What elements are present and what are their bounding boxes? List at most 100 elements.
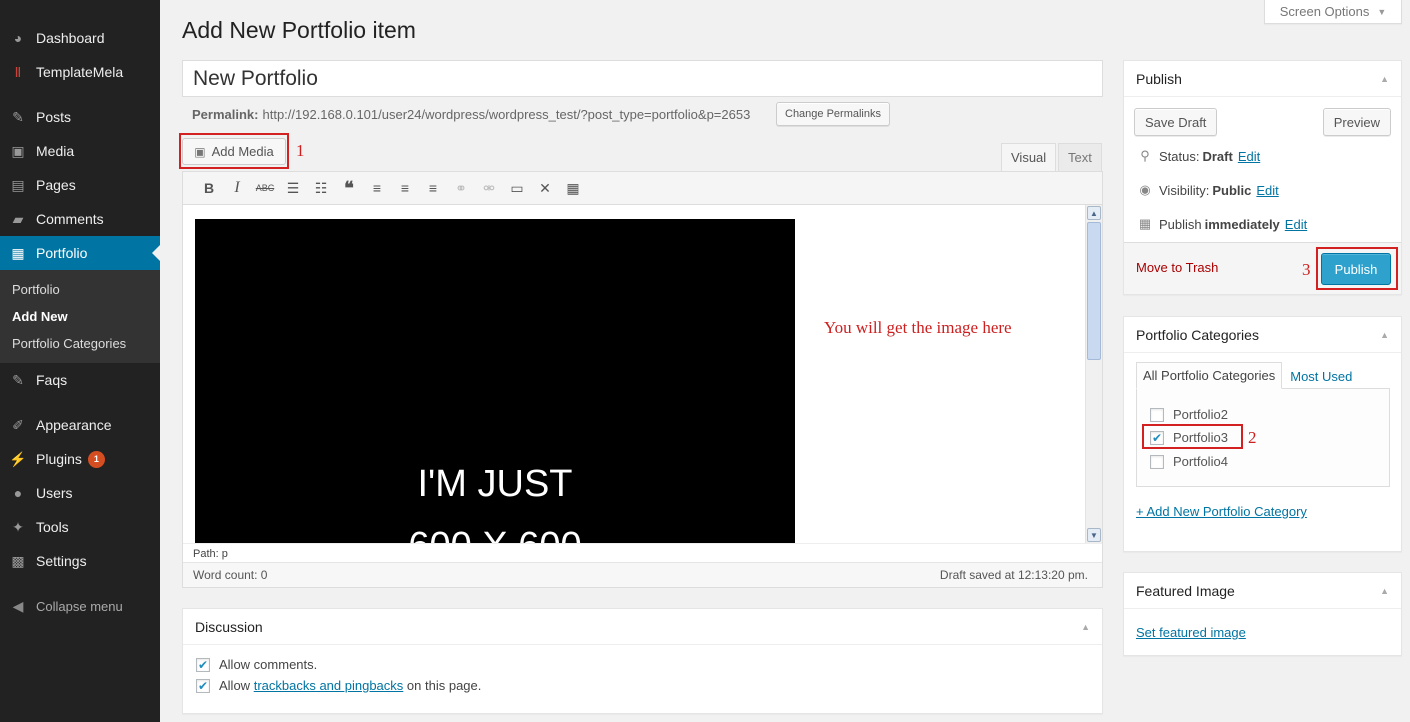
submenu-portfolio[interactable]: Portfolio [0, 276, 160, 303]
menu-media[interactable]: ▣ Media [0, 134, 160, 168]
word-count: Word count: 0 [193, 568, 268, 582]
featured-title: Featured Image [1136, 582, 1235, 599]
collapse-menu-button[interactable]: ◀ Collapse menu [0, 589, 160, 623]
tab-text[interactable]: Text [1058, 143, 1102, 171]
category-checkbox[interactable] [1150, 454, 1164, 469]
submenu-portfolio-categories[interactable]: Portfolio Categories [0, 330, 160, 357]
menu-label: Users [36, 485, 73, 501]
tab-visual[interactable]: Visual [1001, 143, 1057, 171]
screen-options-button[interactable]: Screen Options ▼ [1264, 0, 1402, 24]
align-left-icon[interactable]: ≡ [363, 177, 391, 199]
image-text-line2: 600 X 600 [195, 525, 795, 543]
editor-content-area[interactable]: I'M JUST 600 X 600 You will get the imag… [183, 205, 1086, 543]
read-more-icon[interactable]: ▭ [503, 177, 531, 199]
numbered-list-icon[interactable]: ☷ [307, 177, 335, 199]
toolbar-toggle-icon[interactable]: ▦ [559, 177, 587, 199]
category-tabs: All Portfolio Categories Most Used [1136, 362, 1360, 389]
add-new-category-link[interactable]: + Add New Portfolio Category [1136, 504, 1307, 519]
eye-icon: ◉ [1139, 182, 1151, 197]
collapse-toggle-icon[interactable]: ▲ [1380, 586, 1389, 596]
screen-options-label: Screen Options [1279, 4, 1370, 19]
bullet-list-icon[interactable]: ☰ [279, 177, 307, 199]
menu-portfolio[interactable]: ▦ Portfolio [0, 236, 160, 270]
set-featured-image-link[interactable]: Set featured image [1136, 625, 1246, 640]
link-icon[interactable]: ⚭ [447, 177, 475, 199]
menu-comments[interactable]: ▰ Comments [0, 202, 160, 236]
permalink-row: Permalink: http://192.168.0.101/user24/w… [192, 105, 750, 123]
collapse-arrow-icon: ◀ [12, 597, 24, 614]
status-edit-link[interactable]: Edit [1238, 149, 1260, 164]
visibility-label: Visibility: [1159, 182, 1210, 198]
menu-plugins[interactable]: ⚡ Plugins 1 [0, 442, 160, 476]
collapse-label: Collapse menu [36, 598, 123, 614]
featured-header[interactable]: Featured Image ▲ [1124, 573, 1401, 609]
step-marker-2: 2 [1248, 428, 1257, 447]
category-checkbox[interactable] [1150, 407, 1164, 422]
tab-all-categories[interactable]: All Portfolio Categories [1136, 362, 1283, 389]
save-draft-button[interactable]: Save Draft [1134, 108, 1218, 136]
scroll-down-icon[interactable]: ▼ [1087, 528, 1101, 542]
allow-comments-label: Allow comments. [219, 657, 318, 672]
schedule-edit-link[interactable]: Edit [1285, 217, 1307, 232]
categories-title: Portfolio Categories [1136, 326, 1259, 343]
move-to-trash-link[interactable]: Move to Trash [1136, 260, 1218, 275]
allow-trackbacks-checkbox[interactable]: ✔ [196, 678, 210, 693]
permalink-url[interactable]: http://192.168.0.101/user24/wordpress/wo… [262, 107, 750, 122]
portfolio-submenu: Portfolio Add New Portfolio Categories [0, 270, 160, 363]
menu-faqs[interactable]: ✎ Faqs [0, 363, 160, 397]
align-right-icon[interactable]: ≡ [419, 177, 447, 199]
blockquote-icon[interactable]: ❝ [335, 177, 363, 199]
collapse-toggle-icon[interactable]: ▲ [1081, 622, 1090, 632]
scroll-up-icon[interactable]: ▲ [1087, 206, 1101, 220]
menu-pages[interactable]: ▤ Pages [0, 168, 160, 202]
post-title-input[interactable]: New Portfolio [182, 60, 1103, 97]
menu-label: Pages [36, 177, 76, 193]
preview-button[interactable]: Preview [1322, 108, 1391, 136]
editor-scrollbar[interactable]: ▲ ▼ [1085, 205, 1102, 543]
italic-icon[interactable]: I [223, 177, 251, 199]
menu-tools[interactable]: ✦ Tools [0, 510, 160, 544]
publish-header[interactable]: Publish ▲ [1124, 61, 1401, 97]
menu-appearance[interactable]: ✐ Appearance [0, 408, 160, 442]
tab-most-used[interactable]: Most Used [1282, 364, 1360, 389]
bold-icon[interactable]: B [195, 177, 223, 199]
align-center-icon[interactable]: ≡ [391, 177, 419, 199]
menu-templatemela[interactable]: Ⅱ TemplateMela [0, 55, 160, 89]
menu-label: Appearance [36, 417, 112, 433]
allow-comments-checkbox[interactable]: ✔ [196, 657, 210, 672]
featured-image-box: Featured Image ▲ Set featured image [1123, 572, 1402, 656]
publish-button-row: Save Draft Preview [1134, 108, 1391, 136]
category-label: Portfolio4 [1173, 454, 1228, 469]
content-editor: B I ABC ☰ ☷ ❝ ≡ ≡ ≡ ⚭ ⚮ ▭ ✕ ▦ I'M JUST 6… [182, 171, 1103, 588]
pin-icon: ✎ [12, 108, 24, 125]
scroll-thumb[interactable] [1087, 222, 1101, 360]
categories-header[interactable]: Portfolio Categories ▲ [1124, 317, 1401, 353]
unlink-icon[interactable]: ⚮ [475, 177, 503, 199]
publish-title: Publish [1136, 70, 1182, 87]
pin-icon: ⚲ [1140, 148, 1150, 163]
change-permalinks-button[interactable]: Change Permalinks [776, 102, 890, 126]
discussion-header[interactable]: Discussion ▲ [183, 609, 1102, 645]
settings-icon: ▩ [11, 552, 25, 569]
fullscreen-icon[interactable]: ✕ [531, 177, 559, 199]
draft-saved-status: Draft saved at 12:13:20 pm. [939, 568, 1088, 582]
editor-toolbar: B I ABC ☰ ☷ ❝ ≡ ≡ ≡ ⚭ ⚮ ▭ ✕ ▦ [183, 172, 1102, 205]
menu-users[interactable]: ● Users [0, 476, 160, 510]
collapse-toggle-icon[interactable]: ▲ [1380, 330, 1389, 340]
menu-posts[interactable]: ✎ Posts [0, 100, 160, 134]
menu-settings[interactable]: ▩ Settings [0, 544, 160, 578]
dashboard-icon: ◕ [13, 30, 23, 46]
step-marker-3: 3 [1302, 260, 1311, 279]
visibility-edit-link[interactable]: Edit [1256, 183, 1278, 198]
placeholder-image[interactable]: I'M JUST 600 X 600 [195, 219, 795, 543]
menu-dashboard[interactable]: ◕ Dashboard [0, 21, 160, 55]
submenu-add-new[interactable]: Add New [0, 303, 160, 330]
strikethrough-icon[interactable]: ABC [251, 177, 279, 199]
discussion-title: Discussion [195, 618, 263, 635]
menu-label: Settings [36, 553, 87, 569]
category-item: Portfolio4 [1150, 454, 1228, 469]
tools-icon: ✦ [12, 518, 24, 535]
collapse-toggle-icon[interactable]: ▲ [1380, 74, 1389, 84]
trackbacks-link[interactable]: trackbacks and pingbacks [254, 678, 404, 693]
plugins-icon: ⚡ [9, 450, 27, 467]
